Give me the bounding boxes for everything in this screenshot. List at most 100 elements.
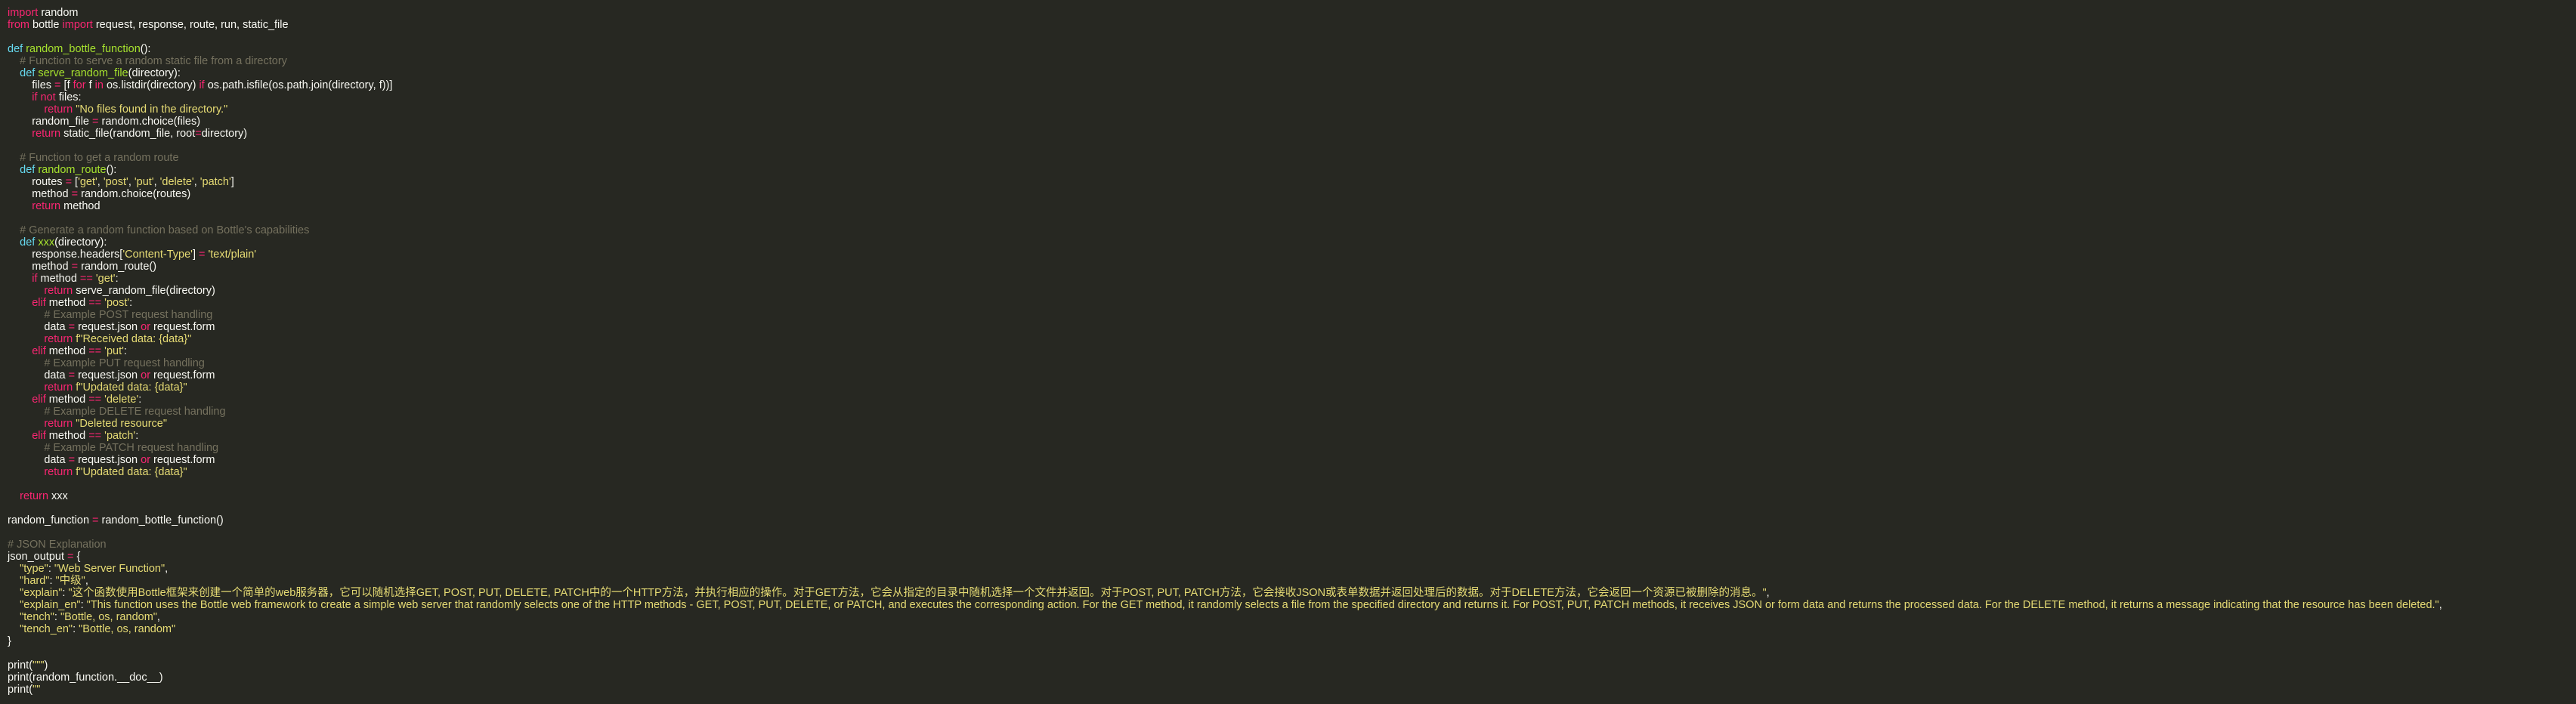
code-token: } (8, 635, 11, 647)
code-line[interactable]: "explain_en": "This function uses the Bo… (8, 599, 2576, 611)
code-token: : (138, 394, 142, 406)
code-token: : (80, 599, 87, 611)
code-token: "tench" (20, 611, 54, 623)
code-line[interactable]: print("" (8, 684, 2576, 696)
code-line[interactable]: return "No files found in the directory.… (8, 103, 2576, 116)
code-line[interactable]: # Example PATCH request handling (8, 442, 2576, 454)
code-token: == (88, 345, 102, 357)
code-token: print(random_function.__doc__) (8, 672, 163, 684)
code-line[interactable]: # Example PUT request handling (8, 357, 2576, 369)
code-token: def (20, 236, 36, 249)
code-line[interactable]: return f"Received data: {data}" (8, 333, 2576, 345)
code-line[interactable]: random_file = random.choice(files) (8, 116, 2576, 128)
code-token: 'post' (103, 176, 128, 188)
code-line[interactable]: elif method == 'post': (8, 297, 2576, 309)
code-line[interactable]: return f"Updated data: {data}" (8, 381, 2576, 394)
code-token: elif (32, 430, 46, 442)
code-line[interactable]: # Generate a random function based on Bo… (8, 224, 2576, 236)
code-token: = (68, 454, 76, 466)
code-line[interactable]: from bottle import request, response, ro… (8, 19, 2576, 31)
code-token: if (199, 79, 205, 91)
code-line[interactable]: return static_file(random_file, root=dir… (8, 128, 2576, 140)
code-line[interactable]: return xxx (8, 490, 2576, 502)
code-line[interactable]: def random_route(): (8, 164, 2576, 176)
code-line[interactable]: "type": "Web Server Function", (8, 563, 2576, 575)
code-line[interactable]: return f"Updated data: {data}" (8, 466, 2576, 478)
code-line[interactable]: "hard": "中级", (8, 575, 2576, 587)
code-line[interactable]: "explain": "这个函数使用Bottle框架来创建一个简单的web服务器… (8, 587, 2576, 599)
code-line[interactable]: return "Deleted resource" (8, 418, 2576, 430)
code-token: method (45, 297, 89, 309)
code-line[interactable]: response.headers['Content-Type'] = 'text… (8, 249, 2576, 261)
code-line[interactable] (8, 502, 2576, 514)
code-line[interactable]: elif method == 'delete': (8, 394, 2576, 406)
code-token: print( (8, 684, 33, 696)
code-line[interactable]: if method == 'get': (8, 273, 2576, 285)
code-line[interactable]: method = random.choice(routes) (8, 188, 2576, 200)
code-token: random (38, 7, 79, 19)
code-line[interactable] (8, 212, 2576, 224)
code-token: for (73, 79, 86, 91)
code-token: """ (32, 659, 45, 672)
code-token: return (20, 490, 49, 502)
code-line[interactable]: # Example DELETE request handling (8, 406, 2576, 418)
code-token: return (44, 333, 73, 345)
code-editor[interactable]: import random from bottle import request,… (8, 7, 2576, 696)
code-line[interactable]: data = request.json or request.form (8, 454, 2576, 466)
code-token: f"Updated data: {data}" (76, 381, 187, 394)
code-token: (directory): (128, 67, 181, 79)
code-line[interactable]: data = request.json or request.form (8, 321, 2576, 333)
code-line[interactable]: } (8, 635, 2576, 647)
code-line[interactable]: routes = ['get', 'post', 'put', 'delete'… (8, 176, 2576, 188)
code-token: ) (44, 659, 48, 672)
code-line[interactable]: method = random_route() (8, 261, 2576, 273)
code-token: == (88, 297, 102, 309)
code-token: # Function to serve a random static file… (20, 55, 287, 67)
code-line[interactable]: data = request.json or request.form (8, 369, 2576, 381)
code-token: # JSON Explanation (8, 539, 107, 551)
code-token: elif (32, 345, 46, 357)
code-line[interactable] (8, 647, 2576, 659)
code-token: random_bottle_function (26, 43, 141, 55)
code-token: [f (60, 79, 73, 91)
code-line[interactable] (8, 140, 2576, 152)
code-line[interactable]: # Function to serve a random static file… (8, 55, 2576, 67)
code-line[interactable]: def serve_random_file(directory): (8, 67, 2576, 79)
code-token: serve_random_file(directory) (73, 285, 215, 297)
code-token: : (73, 623, 79, 635)
code-line[interactable] (8, 526, 2576, 539)
code-token: return (44, 466, 73, 478)
code-token: "Deleted resource" (76, 418, 167, 430)
code-token: json_output (8, 551, 68, 563)
code-line[interactable]: return serve_random_file(directory) (8, 285, 2576, 297)
code-line[interactable]: random_function = random_bottle_function… (8, 514, 2576, 526)
code-line[interactable]: import random (8, 7, 2576, 19)
code-line[interactable]: "tench": "Bottle, os, random", (8, 611, 2576, 623)
code-token: (): (106, 164, 117, 176)
code-line[interactable]: return method (8, 200, 2576, 212)
code-line[interactable]: elif method == 'patch': (8, 430, 2576, 442)
code-line[interactable]: # JSON Explanation (8, 539, 2576, 551)
code-line[interactable]: print(random_function.__doc__) (8, 672, 2576, 684)
code-line[interactable]: json_output = { (8, 551, 2576, 563)
code-token: method (45, 430, 89, 442)
code-token: f (85, 79, 95, 91)
code-line[interactable]: if not files: (8, 91, 2576, 103)
code-line[interactable]: def random_bottle_function(): (8, 43, 2576, 55)
code-line[interactable]: "tench_en": "Bottle, os, random" (8, 623, 2576, 635)
code-line[interactable]: files = [f for f in os.listdir(directory… (8, 79, 2576, 91)
code-token: = (65, 176, 73, 188)
code-line[interactable]: print(""") (8, 659, 2576, 672)
code-line[interactable] (8, 31, 2576, 43)
code-line[interactable]: def xxx(directory): (8, 236, 2576, 249)
code-line[interactable]: # Function to get a random route (8, 152, 2576, 164)
code-line[interactable]: # Example POST request handling (8, 309, 2576, 321)
code-line[interactable] (8, 478, 2576, 490)
code-line[interactable]: elif method == 'put': (8, 345, 2576, 357)
